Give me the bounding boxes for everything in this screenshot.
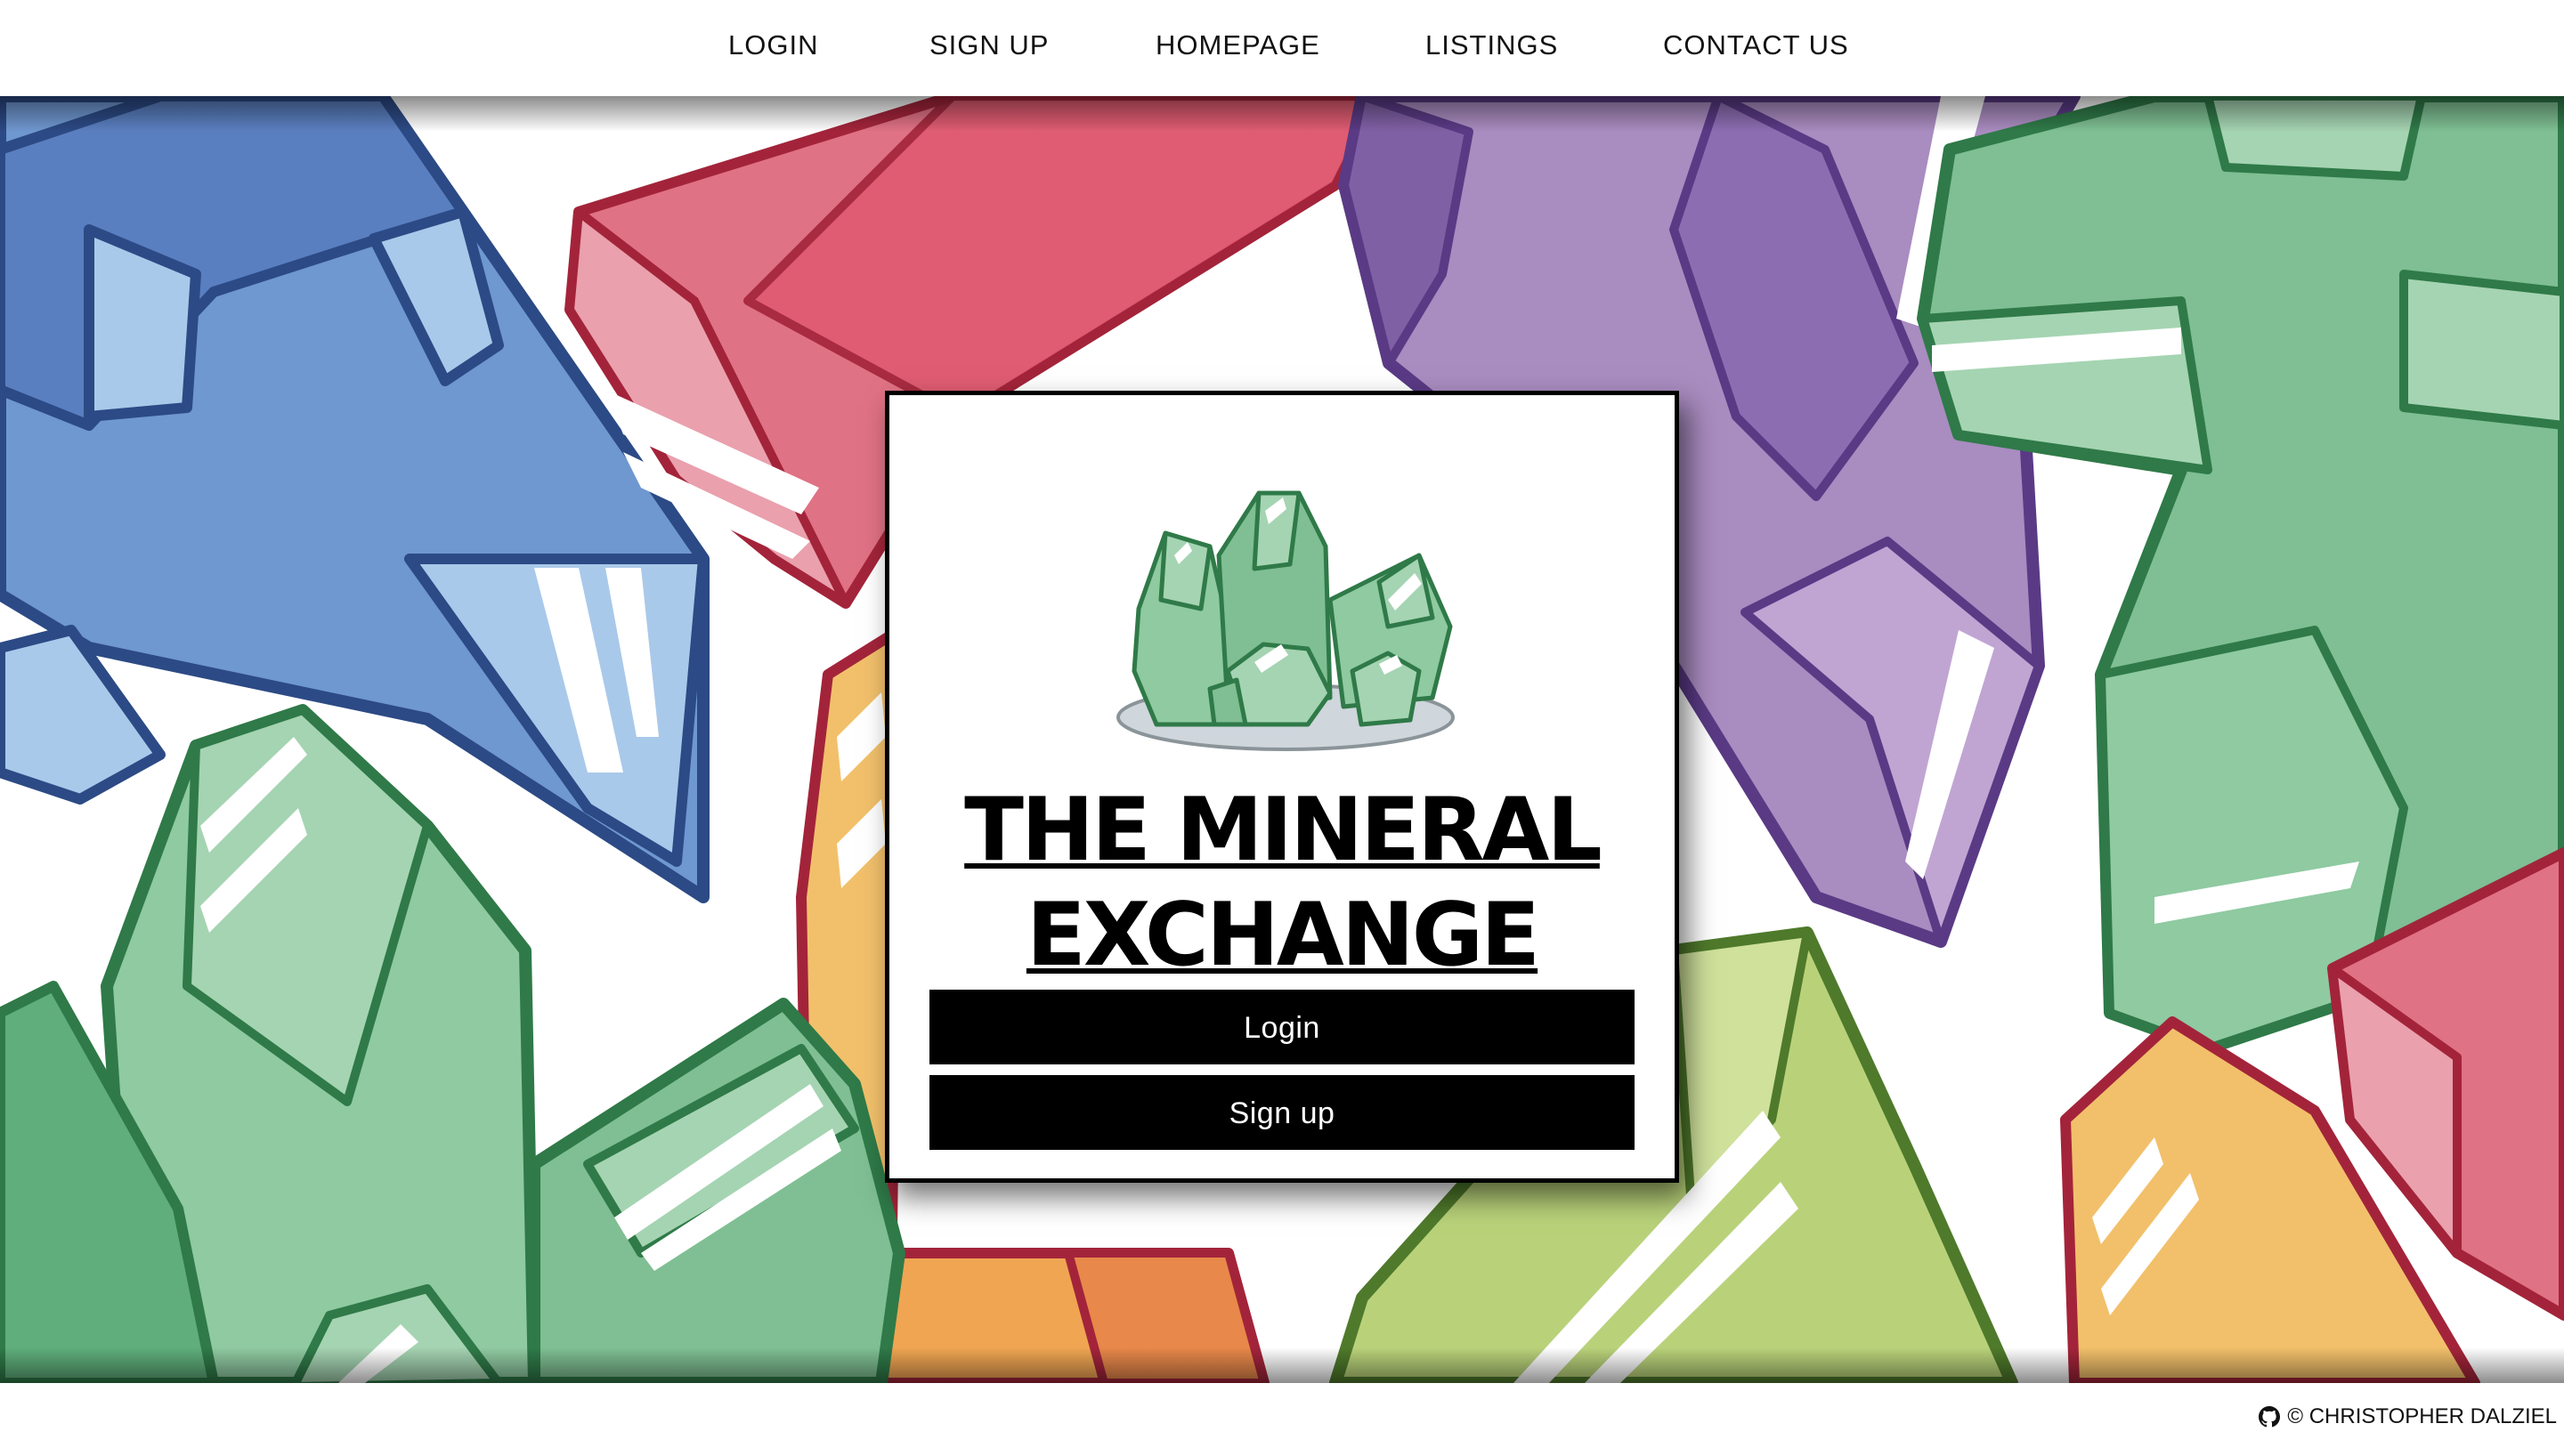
welcome-card: THE MINERAL EXCHANGE Login Sign up [885, 391, 1679, 1183]
github-icon[interactable] [2259, 1406, 2281, 1428]
site-title-line2: EXCHANGE [1026, 885, 1540, 986]
green-crystal-cluster-icon [1116, 490, 1455, 751]
nav-menu: LOGIN SIGN UP HOMEPAGE LISTINGS CONTACT … [0, 0, 2564, 96]
nav-homepage-link[interactable]: HOMEPAGE [1156, 27, 1320, 64]
nav-listings-link[interactable]: LISTINGS [1425, 27, 1558, 64]
hero-top-shadow [0, 96, 2564, 132]
top-navbar: LOGIN SIGN UP HOMEPAGE LISTINGS CONTACT … [0, 0, 2564, 96]
signup-button[interactable]: Sign up [929, 1075, 1635, 1150]
nav-signup-link[interactable]: SIGN UP [929, 27, 1049, 64]
site-title-line1: THE MINERAL [964, 780, 1602, 881]
page-footer: © CHRISTOPHER DALZIEL [0, 1383, 2564, 1456]
green-crystal-left-illustration [0, 704, 540, 1383]
login-button[interactable]: Login [929, 990, 1635, 1064]
nav-login-link[interactable]: LOGIN [728, 27, 818, 64]
site-title: THE MINERAL EXCHANGE [889, 778, 1675, 988]
hero-bottom-shadow [0, 1347, 2564, 1383]
nav-contact-us-link[interactable]: CONTACT US [1663, 27, 1849, 64]
footer-credit: © CHRISTOPHER DALZIEL [2259, 1404, 2557, 1429]
footer-credit-text: © CHRISTOPHER DALZIEL [2287, 1404, 2557, 1428]
